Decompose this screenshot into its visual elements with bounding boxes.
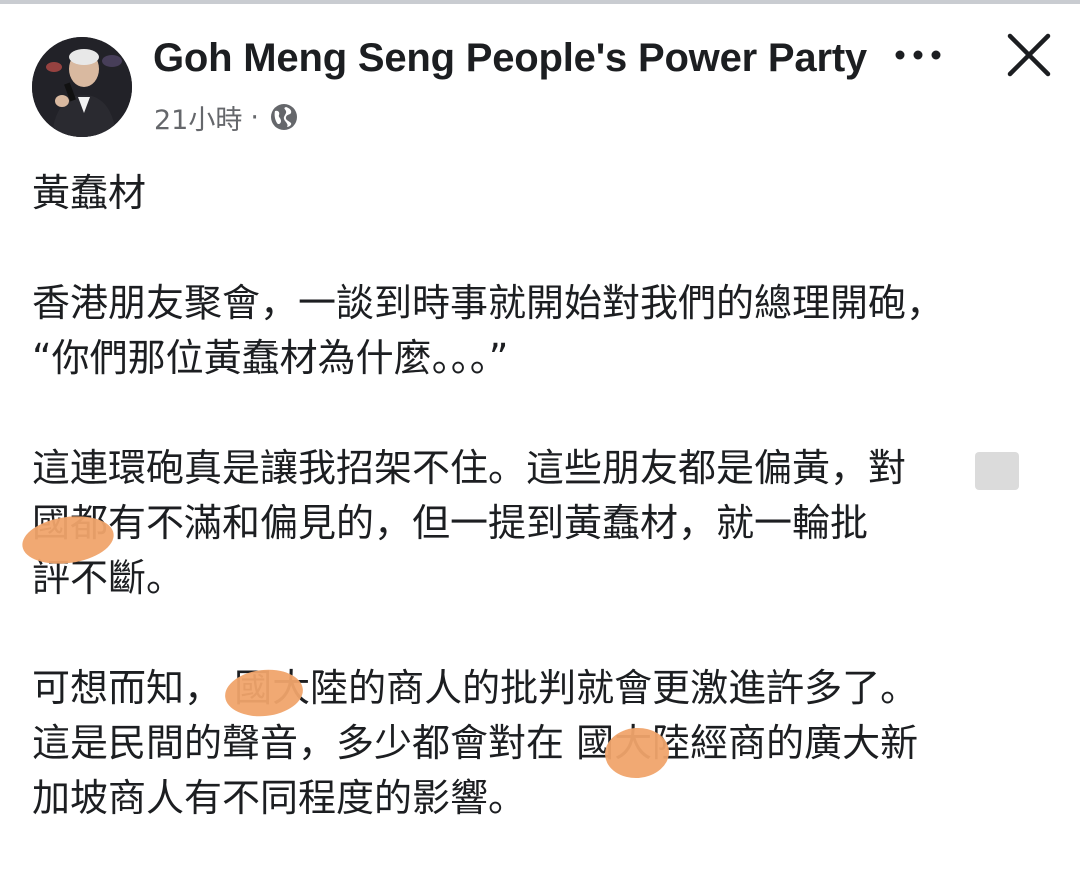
close-icon[interactable] bbox=[1004, 30, 1054, 80]
post-header: Goh Meng Seng People's Power Party 21小時 … bbox=[0, 0, 1080, 150]
globe-icon bbox=[270, 104, 297, 130]
post-paragraph-1: 香港朋友聚會，一談到時事就開始對我們的總理開砲， “你們那位黃蠢材為什麼。。。” bbox=[32, 281, 945, 380]
avatar-image bbox=[32, 37, 132, 137]
post-paragraph-2: 這連環砲真是讓我招架不住。這些朋友都是偏黃，對 國都有不滿和偏見的，但一提到黃蠢… bbox=[32, 446, 907, 600]
post-body: 黃蠢材 香港朋友聚會，一談到時事就開始對我們的總理開砲， “你們那位黃蠢材為什麼… bbox=[32, 166, 1042, 826]
meta-separator: · bbox=[250, 101, 259, 133]
redaction-mark-gray bbox=[975, 452, 1019, 490]
post-time[interactable]: 21小時 bbox=[154, 98, 242, 137]
post-meta: 21小時 · bbox=[154, 98, 299, 137]
more-dots-icon[interactable] bbox=[888, 38, 948, 72]
author-name[interactable]: Goh Meng Seng People's Power Party bbox=[153, 36, 867, 81]
avatar[interactable] bbox=[32, 37, 132, 137]
post-title: 黃蠢材 bbox=[32, 171, 147, 215]
post-paragraph-3: 可想而知， 國大陸的商人的批判就會更激進許多了。 這是民間的聲音，多少都會對在 … bbox=[32, 666, 919, 820]
